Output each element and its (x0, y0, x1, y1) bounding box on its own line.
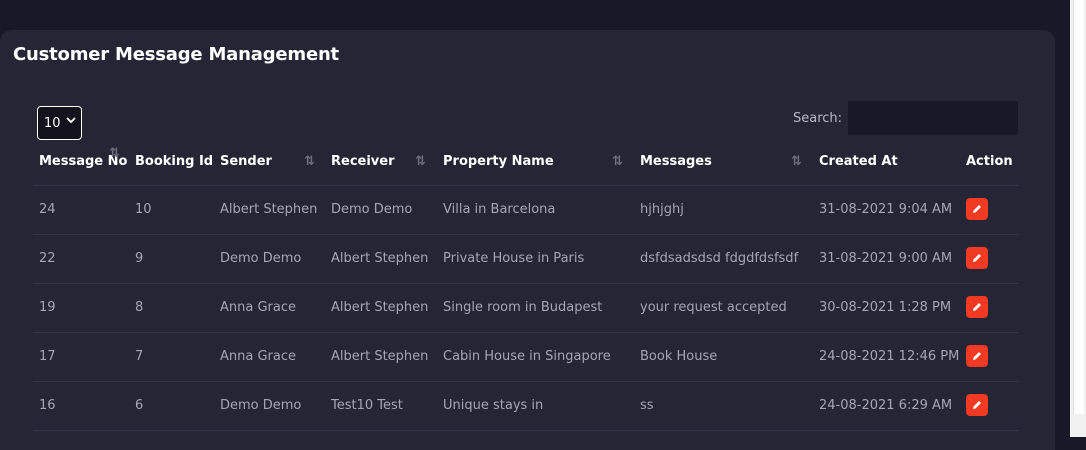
edit-button[interactable] (966, 394, 988, 416)
edit-button[interactable] (966, 345, 988, 367)
sort-arrows-icon[interactable]: ⇅ (791, 154, 802, 169)
cell-sender: Anna Grace (220, 300, 297, 315)
table-row: 19 8 Anna Grace Albert Stephen Single ro… (33, 284, 1019, 333)
cell-sender: Anna Grace (220, 349, 297, 364)
pencil-icon (973, 303, 981, 311)
cell-message-no: 19 (39, 300, 56, 315)
pencil-icon (973, 401, 981, 409)
cell-sender: Albert Stephen (220, 202, 318, 217)
cell-booking-id: 10 (135, 202, 152, 217)
top-bar (0, 0, 1070, 30)
cell-message-no: 24 (39, 202, 56, 217)
pencil-icon (973, 352, 981, 360)
cell-message: your request accepted (640, 300, 787, 315)
cell-property-name: Private House in Paris (443, 251, 585, 266)
page-length-select[interactable]: 10 (37, 106, 82, 140)
cell-created-at: 31-08-2021 9:00 AM (819, 251, 953, 266)
search-input[interactable] (848, 101, 1018, 135)
edit-button[interactable] (966, 198, 988, 220)
cell-receiver: Albert Stephen (331, 300, 429, 315)
cell-created-at: 24-08-2021 6:29 AM (819, 398, 953, 413)
cell-booking-id: 7 (135, 349, 144, 364)
cell-sender: Demo Demo (220, 398, 302, 413)
cell-created-at: 31-08-2021 9:04 AM (819, 202, 953, 217)
cell-message: ss (640, 398, 654, 413)
table-row: 22 9 Demo Demo Albert Stephen Private Ho… (33, 235, 1019, 284)
cell-property-name: Villa in Barcelona (443, 202, 556, 217)
pencil-icon (973, 254, 981, 262)
cell-message: dsfdsadsdsd fdgdfdsfsdf (640, 251, 799, 266)
cell-created-at: 24-08-2021 12:46 PM (819, 349, 960, 364)
cell-sender: Demo Demo (220, 251, 302, 266)
cell-receiver: Demo Demo (331, 202, 413, 217)
column-header-action: Action (966, 154, 1013, 169)
cell-receiver: Albert Stephen (331, 251, 429, 266)
column-header-messages[interactable]: Messages (640, 154, 712, 169)
cell-message-no: 16 (39, 398, 56, 413)
table-header: Message No ⇅ Booking Id Sender ⇅ Receive… (33, 144, 1019, 186)
cell-booking-id: 9 (135, 251, 144, 266)
cell-message: hjhjghj (640, 202, 684, 217)
sort-arrows-icon[interactable]: ⇅ (304, 154, 315, 169)
cell-booking-id: 6 (135, 398, 144, 413)
cell-property-name: Unique stays in (443, 398, 544, 413)
cell-created-at: 30-08-2021 1:28 PM (819, 300, 952, 315)
page-title: Customer Message Management (13, 44, 339, 65)
column-header-created-at[interactable]: Created At (819, 154, 898, 169)
cell-property-name: Cabin House in Singapore (443, 349, 611, 364)
cell-receiver: Test10 Test (331, 398, 403, 413)
chevron-down-icon (66, 115, 76, 128)
column-header-property-name[interactable]: Property Name (443, 154, 554, 169)
column-header-booking-id[interactable]: Booking Id (135, 154, 213, 169)
message-management-card: Customer Message Management 10 Search: M… (0, 30, 1055, 450)
pencil-icon (973, 205, 981, 213)
column-header-sender[interactable]: Sender (220, 154, 272, 169)
edit-button[interactable] (966, 247, 988, 269)
cell-message-no: 17 (39, 349, 56, 364)
table-row: 16 6 Demo Demo Test10 Test Unique stays … (33, 382, 1019, 431)
cell-receiver: Albert Stephen (331, 349, 429, 364)
page-scrollbar[interactable] (1070, 0, 1086, 437)
sort-arrows-icon[interactable]: ⇅ (612, 154, 623, 169)
cell-message-no: 22 (39, 251, 56, 266)
page-scrollbar-thumb[interactable] (1073, 0, 1084, 414)
edit-button[interactable] (966, 296, 988, 318)
cell-message: Book House (640, 349, 718, 364)
table-row: 17 7 Anna Grace Albert Stephen Cabin Hou… (33, 333, 1019, 382)
page-length-value: 10 (44, 116, 61, 131)
table-row: 24 10 Albert Stephen Demo Demo Villa in … (33, 186, 1019, 235)
sort-arrows-icon[interactable]: ⇅ (109, 146, 120, 161)
cell-property-name: Single room in Budapest (443, 300, 603, 315)
search-label: Search: (793, 111, 843, 126)
sort-arrows-icon[interactable]: ⇅ (415, 154, 426, 169)
column-header-receiver[interactable]: Receiver (331, 154, 395, 169)
cell-booking-id: 8 (135, 300, 144, 315)
